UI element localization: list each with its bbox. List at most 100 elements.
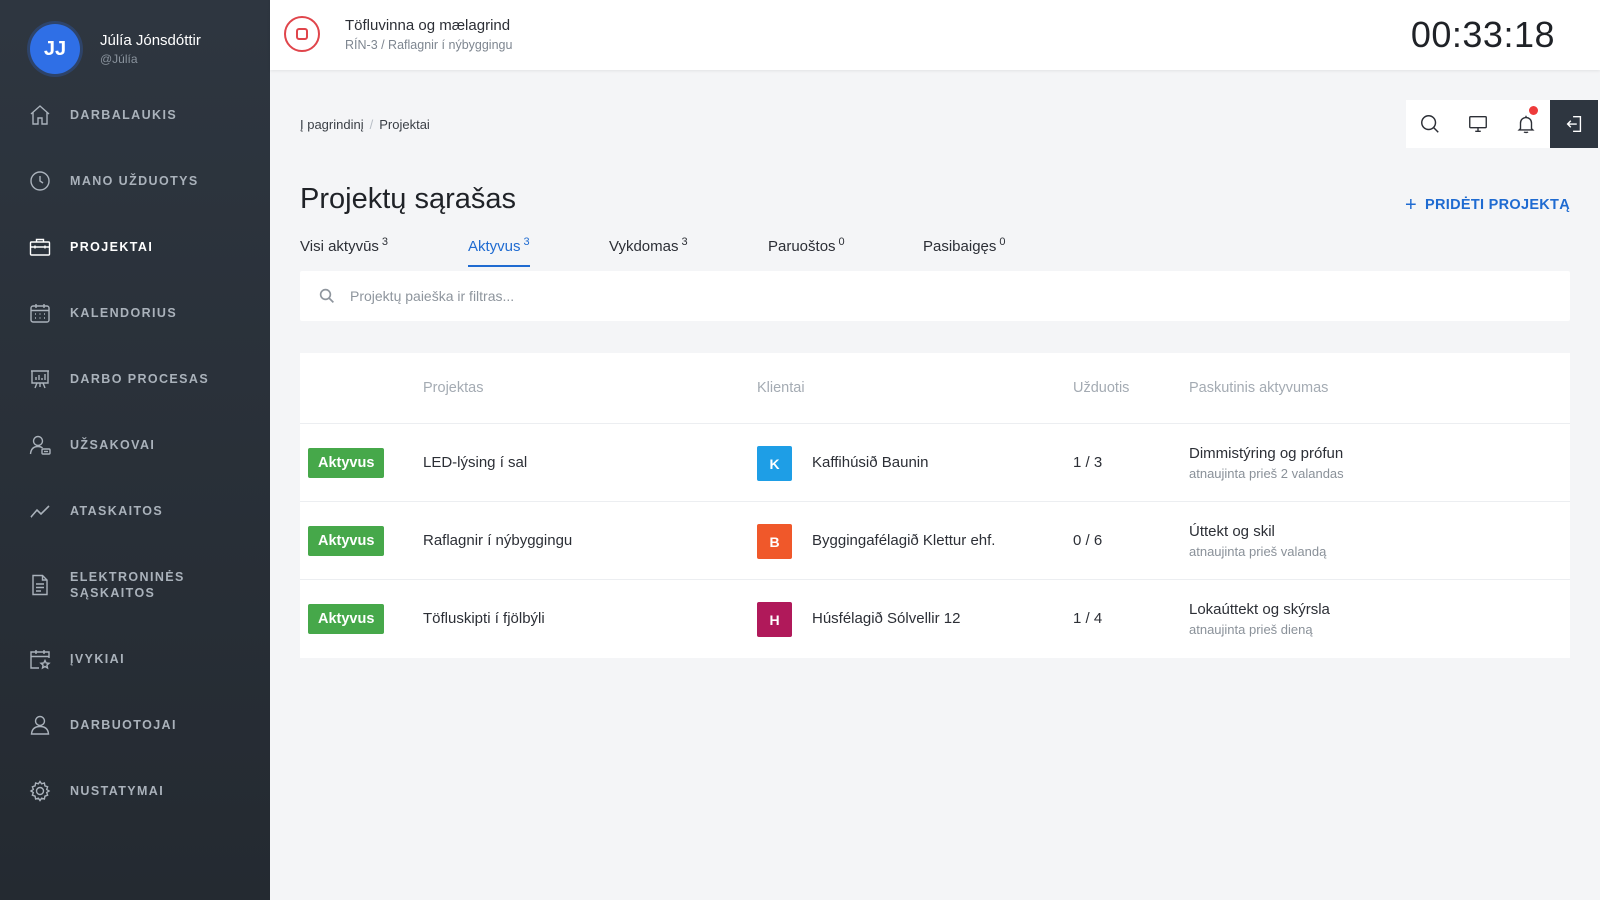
status-badge[interactable]: Aktyvus — [308, 604, 385, 634]
last-activity: Úttekt og skil — [1189, 523, 1275, 540]
sidebar-item-employees[interactable]: DARBUOTOJAI — [0, 692, 270, 758]
table-row[interactable]: Aktyvus Töfluskipti í fjölbýli H Húsféla… — [300, 580, 1570, 658]
sidebar-item-label: DARBO PROCESAS — [70, 372, 210, 386]
stop-icon — [296, 28, 308, 40]
tab-finished[interactable]: Pasibaigęs 0 — [923, 236, 1006, 265]
sidebar-item-dashboard[interactable]: DARBALAUKIS — [0, 82, 270, 148]
search-input[interactable] — [350, 288, 1450, 304]
search-icon — [319, 288, 334, 303]
user-card-icon — [29, 435, 51, 455]
tab-all-active[interactable]: Visi aktyvūs 3 — [300, 236, 388, 265]
sidebar-item-my-tasks[interactable]: MANO UŽDUOTYS — [0, 148, 270, 214]
tab-count: 3 — [681, 236, 688, 248]
timer-display: 00:33:18 — [1410, 14, 1555, 55]
projects-table: Projektas Klientai Užduotis Paskutinis a… — [300, 353, 1570, 658]
sidebar-item-label: ATASKAITOS — [70, 504, 164, 518]
sidebar-item-invoices[interactable]: ELEKTRONINĖS SĄSKAITOS — [0, 544, 270, 626]
sidebar-item-events[interactable]: ĮVYKIAI — [0, 626, 270, 692]
notifications-button[interactable] — [1502, 100, 1550, 148]
breadcrumb-home-link[interactable]: Į pagrindinį — [300, 117, 364, 132]
trend-line-icon — [30, 505, 50, 518]
last-activity: Lokaúttekt og skýrsla — [1189, 601, 1330, 618]
breadcrumb: Į pagrindinį / Projektai — [300, 117, 430, 132]
status-badge[interactable]: Aktyvus — [308, 448, 385, 478]
search-icon — [1421, 115, 1439, 133]
client-name[interactable]: Byggingafélagið Klettur ehf. — [812, 532, 995, 549]
add-project-label: PRIDĖTI PROJEKTĄ — [1425, 197, 1570, 213]
clock-icon — [30, 171, 50, 191]
sidebar: JJ Júlía Jónsdóttir @Júlía DARBALAUKIS M… — [0, 0, 270, 900]
status-badge[interactable]: Aktyvus — [308, 526, 385, 556]
monitor-icon — [1469, 115, 1487, 133]
sidebar-item-label: ELEKTRONINĖS SĄSKAITOS — [70, 570, 185, 600]
sidebar-item-label: ĮVYKIAI — [70, 652, 125, 666]
sidebar-item-reports[interactable]: ATASKAITOS — [0, 478, 270, 544]
user-profile[interactable]: JJ Júlía Jónsdóttir @Júlía — [30, 24, 201, 74]
current-task-path: RÍN-3 / Raflagnir í nýbyggingu — [345, 38, 513, 52]
task-progress: 0 / 6 — [1073, 532, 1103, 549]
sidebar-item-calendar[interactable]: KALENDORIUS — [0, 280, 270, 346]
plus-icon: + — [1405, 194, 1417, 216]
tab-active[interactable]: Aktyvus 3 — [468, 236, 530, 267]
tab-in-progress[interactable]: Vykdomas 3 — [609, 236, 688, 265]
document-icon — [32, 574, 48, 596]
sidebar-item-workflow[interactable]: DARBO PROCESAS — [0, 346, 270, 412]
stop-timer-button[interactable] — [284, 16, 320, 52]
client-logo: H — [757, 602, 792, 637]
last-activity-time: atnaujinta prieš dieną — [1189, 622, 1313, 637]
project-name[interactable]: Raflagnir í nýbyggingu — [423, 532, 572, 549]
timer-bar: Töfluvinna og mælagrind RÍN-3 / Raflagni… — [270, 0, 1600, 70]
column-header-tasks[interactable]: Užduotis — [1073, 380, 1129, 396]
home-icon — [30, 105, 50, 125]
breadcrumb-current: Projektai — [379, 117, 430, 132]
briefcase-icon — [29, 238, 51, 256]
column-header-client[interactable]: Klientai — [757, 380, 805, 396]
tab-count: 3 — [523, 236, 530, 248]
user-name: Júlía Jónsdóttir — [100, 32, 201, 49]
sidebar-item-label: PROJEKTAI — [70, 240, 154, 254]
column-header-activity[interactable]: Paskutinis aktyvumas — [1189, 380, 1328, 396]
tab-prepared[interactable]: Paruoštos 0 — [768, 236, 845, 265]
tab-count: 0 — [838, 236, 845, 248]
task-progress: 1 / 4 — [1073, 610, 1103, 627]
avatar[interactable]: JJ — [30, 24, 80, 74]
sidebar-item-settings[interactable]: NUSTATYMAI — [0, 758, 270, 824]
table-row[interactable]: Aktyvus Raflagnir í nýbyggingu B Bygging… — [300, 502, 1570, 580]
user-handle: @Júlía — [100, 52, 138, 66]
sidebar-item-label: DARBALAUKIS — [70, 108, 178, 122]
logout-icon — [1566, 115, 1582, 133]
breadcrumb-separator: / — [369, 117, 374, 132]
search-button[interactable] — [1406, 100, 1454, 148]
screen-button[interactable] — [1454, 100, 1502, 148]
client-name[interactable]: Kaffihúsið Baunin — [812, 454, 928, 471]
table-header: Projektas Klientai Užduotis Paskutinis a… — [300, 353, 1570, 424]
table-row[interactable]: Aktyvus LED-lýsing í sal K Kaffihúsið Ba… — [300, 424, 1570, 502]
column-header-project[interactable]: Projektas — [423, 380, 483, 396]
sidebar-item-label: NUSTATYMAI — [70, 784, 165, 798]
client-logo: K — [757, 446, 792, 481]
presentation-board-icon — [31, 370, 49, 389]
sidebar-item-projects[interactable]: PROJEKTAI — [0, 214, 270, 280]
header-toolbar — [1406, 100, 1600, 148]
users-icon — [30, 715, 50, 735]
sidebar-item-label: KALENDORIUS — [70, 306, 178, 320]
last-activity-time: atnaujinta prieš valandą — [1189, 544, 1327, 559]
bell-icon — [1517, 115, 1535, 134]
calendar-icon — [30, 304, 50, 323]
task-progress: 1 / 3 — [1073, 454, 1103, 471]
notification-dot — [1529, 106, 1538, 115]
gear-icon — [29, 780, 51, 802]
client-name[interactable]: Húsfélagið Sólvellir 12 — [812, 610, 960, 627]
sidebar-item-customers[interactable]: UŽSAKOVAI — [0, 412, 270, 478]
tab-count: 0 — [999, 236, 1006, 248]
add-project-button[interactable]: + PRIDĖTI PROJEKTĄ — [1405, 194, 1570, 216]
logout-button[interactable] — [1550, 100, 1598, 148]
project-search-bar — [300, 271, 1570, 321]
tab-count: 3 — [381, 236, 389, 248]
current-task-title: Töfluvinna og mælagrind — [345, 17, 511, 34]
sidebar-item-label: DARBUOTOJAI — [70, 718, 177, 732]
project-name[interactable]: Töfluskipti í fjölbýli — [423, 610, 545, 627]
calendar-star-icon — [30, 650, 51, 670]
last-activity-time: atnaujinta prieš 2 valandas — [1189, 466, 1344, 481]
project-name[interactable]: LED-lýsing í sal — [423, 454, 527, 471]
